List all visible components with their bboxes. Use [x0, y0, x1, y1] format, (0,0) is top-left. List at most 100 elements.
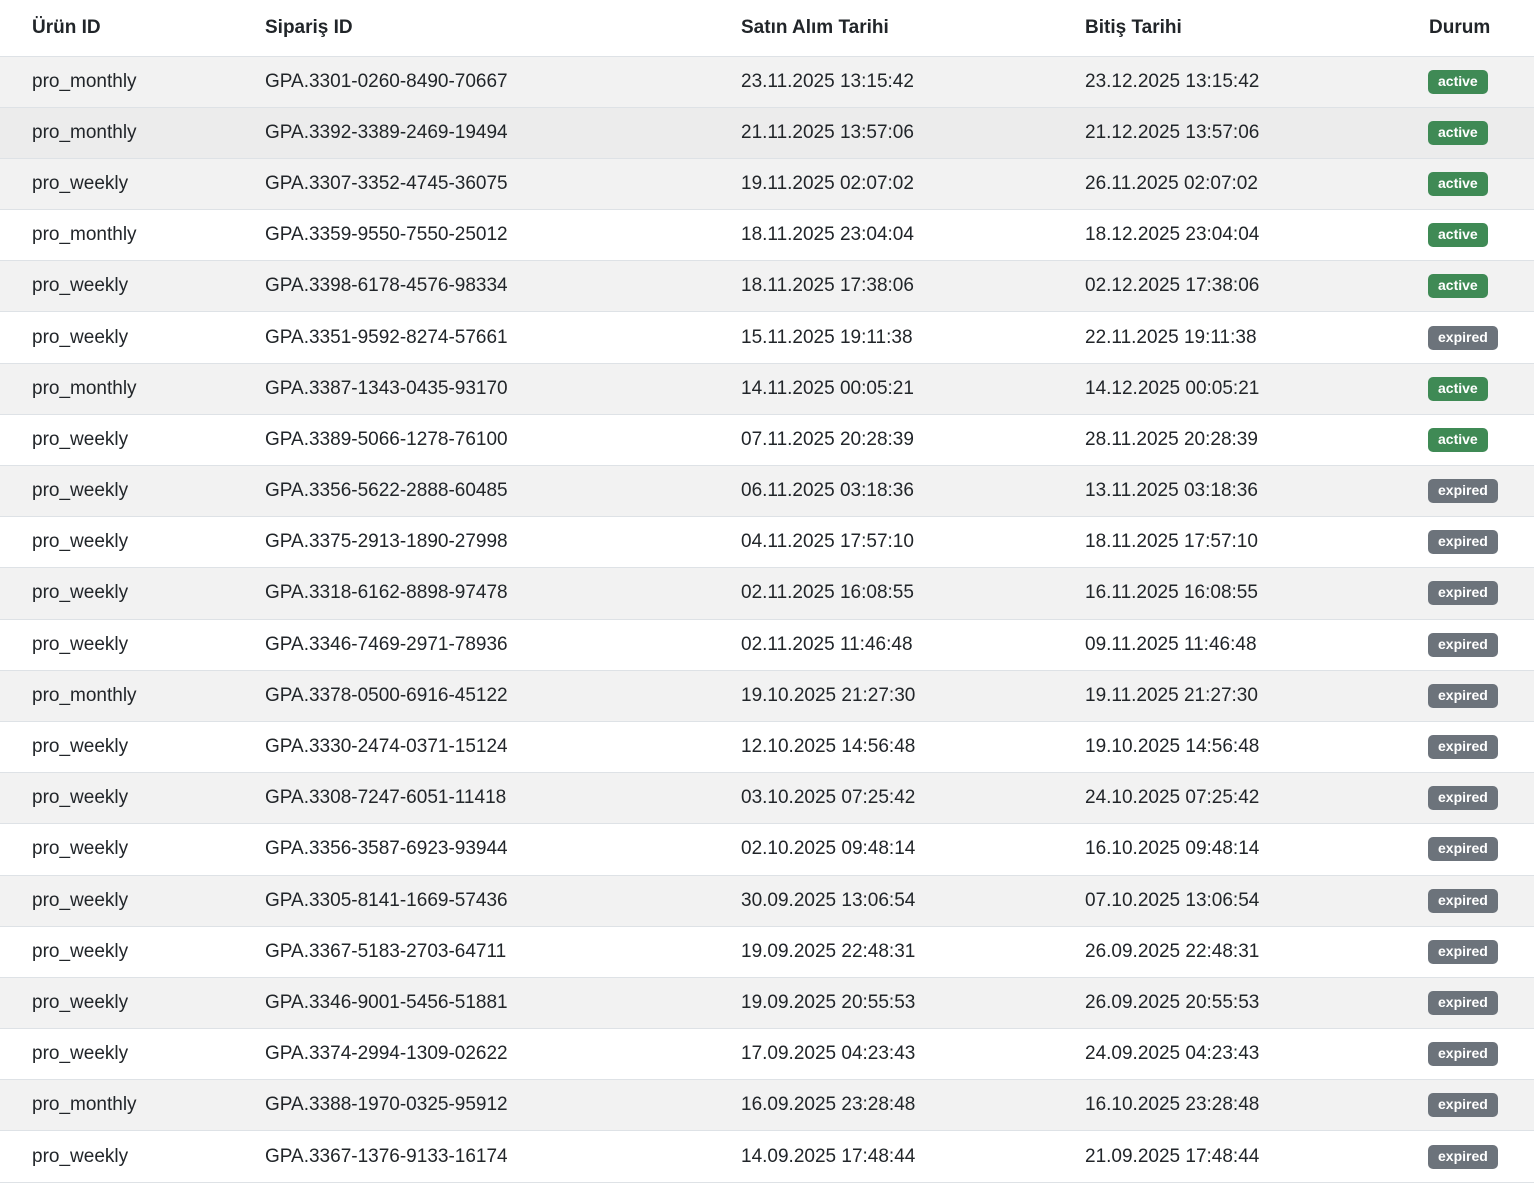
table-row[interactable]: pro_weekly GPA.3330-2474-0371-15124 12.10.…	[0, 721, 1534, 773]
table-row[interactable]: pro_weekly GPA.3356-3587-6923-93944 02.10.…	[0, 823, 1534, 875]
cell-end-date: 21.09.2025 17:48:44	[1085, 1145, 1260, 1167]
cell-status: expired	[1397, 926, 1534, 977]
table-row[interactable]: pro_weekly GPA.3346-9001-5456-51881 19.09.…	[0, 977, 1534, 1029]
column-header-product-id: Ürün ID	[32, 16, 101, 38]
cell-end-date: 22.11.2025 19:11:38	[1085, 326, 1257, 348]
cell-product-id: pro_monthly	[32, 684, 137, 706]
status-badge: expired	[1428, 1093, 1498, 1118]
table-row[interactable]: pro_weekly GPA.3318-6162-8898-97478 02.11.…	[0, 567, 1534, 620]
cell-end-date: 13.11.2025 03:18:36	[1085, 480, 1258, 502]
cell-order-id: GPA.3389-5066-1278-76100	[265, 428, 508, 450]
status-badge: active	[1428, 427, 1488, 452]
cell-purchase-date: 21.11.2025 13:57:06	[741, 121, 914, 143]
column-header-order-id: Sipariş ID	[265, 16, 353, 38]
cell-order-id: GPA.3330-2474-0371-15124	[265, 736, 508, 758]
table-row[interactable]: pro_weekly GPA.3346-7469-2971-78936 02.11.…	[0, 619, 1534, 671]
cell-purchase-date: 03.10.2025 07:25:42	[741, 787, 916, 809]
cell-purchase-date: 18.11.2025 23:04:04	[741, 224, 914, 246]
table-header-row: Ürün ID Sipariş ID Satın Alım Tarihi Bit…	[0, 0, 1534, 56]
table-row[interactable]: pro_weekly GPA.3367-5183-2703-64711 19.09.…	[0, 926, 1534, 978]
cell-product-id: pro_monthly	[32, 377, 137, 399]
cell-purchase-date: 18.11.2025 17:38:06	[741, 275, 914, 297]
cell-status: expired	[1397, 466, 1534, 517]
cell-order-id: GPA.3374-2994-1309-02622	[265, 1043, 508, 1065]
cell-status: expired	[1397, 619, 1534, 670]
status-badge: expired	[1428, 632, 1498, 657]
cell-order-id: GPA.3307-3352-4745-36075	[265, 172, 508, 194]
status-badge: expired	[1428, 786, 1498, 811]
cell-product-id: pro_weekly	[32, 889, 129, 911]
cell-status: active	[1397, 363, 1534, 414]
table-row[interactable]: pro_weekly GPA.3389-5066-1278-76100 07.11.…	[0, 414, 1534, 466]
status-badge: expired	[1428, 683, 1498, 708]
table-row[interactable]: pro_monthly GPA.3388-1970-0325-95912 16.09…	[0, 1079, 1534, 1131]
cell-product-id: pro_weekly	[32, 787, 129, 809]
cell-order-id: GPA.3367-1376-9133-16174	[265, 1145, 508, 1167]
cell-product-id: pro_weekly	[32, 428, 129, 450]
cell-product-id: pro_weekly	[32, 838, 129, 860]
cell-product-id: pro_monthly	[32, 1094, 137, 1116]
cell-status: expired	[1397, 824, 1534, 875]
status-badge: expired	[1428, 1144, 1498, 1169]
status-badge: expired	[1428, 530, 1498, 555]
cell-product-id: pro_monthly	[32, 224, 137, 246]
cell-status: active	[1397, 158, 1534, 209]
cell-order-id: GPA.3356-5622-2888-60485	[265, 480, 508, 502]
table-row[interactable]: pro_monthly GPA.3392-3389-2469-19494 21.11…	[0, 107, 1534, 159]
table-row[interactable]: pro_weekly GPA.3351-9592-8274-57661 15.11.…	[0, 311, 1534, 364]
table-row[interactable]: pro_weekly GPA.3367-1376-9133-16174 14.09.…	[0, 1130, 1534, 1183]
table-row[interactable]: pro_weekly GPA.3374-2994-1309-02622 17.09.…	[0, 1028, 1534, 1080]
table-row[interactable]: pro_weekly GPA.3305-8141-1669-57436 30.09.…	[0, 875, 1534, 927]
cell-end-date: 19.11.2025 21:27:30	[1085, 684, 1258, 706]
table-row[interactable]: pro_monthly GPA.3378-0500-6916-45122 19.10…	[0, 670, 1534, 722]
cell-order-id: GPA.3318-6162-8898-97478	[265, 582, 508, 604]
cell-status: expired	[1397, 1131, 1534, 1182]
status-badge: expired	[1428, 939, 1498, 964]
table-row[interactable]: pro_weekly GPA.3356-5622-2888-60485 06.11.…	[0, 465, 1534, 517]
cell-order-id: GPA.3388-1970-0325-95912	[265, 1094, 508, 1116]
cell-purchase-date: 19.10.2025 21:27:30	[741, 684, 916, 706]
table-row[interactable]: pro_monthly GPA.3387-1343-0435-93170 14.11…	[0, 363, 1534, 415]
cell-order-id: GPA.3392-3389-2469-19494	[265, 121, 508, 143]
table-row[interactable]: pro_weekly GPA.3375-2913-1890-27998 04.11.…	[0, 516, 1534, 568]
status-badge: active	[1428, 171, 1488, 196]
cell-purchase-date: 14.09.2025 17:48:44	[741, 1145, 916, 1167]
status-badge: expired	[1428, 735, 1498, 760]
cell-end-date: 28.11.2025 20:28:39	[1085, 428, 1258, 450]
cell-status: expired	[1397, 1029, 1534, 1080]
status-badge: expired	[1428, 888, 1498, 913]
cell-product-id: pro_weekly	[32, 480, 129, 502]
status-badge: active	[1428, 69, 1488, 94]
cell-end-date: 07.10.2025 13:06:54	[1085, 889, 1260, 911]
cell-end-date: 24.09.2025 04:23:43	[1085, 1043, 1260, 1065]
cell-purchase-date: 19.09.2025 22:48:31	[741, 940, 916, 962]
table-row[interactable]: pro_monthly GPA.3359-9550-7550-25012 18.11…	[0, 209, 1534, 261]
cell-purchase-date: 12.10.2025 14:56:48	[741, 736, 916, 758]
cell-status: active	[1397, 107, 1534, 158]
subscriptions-table-container: Ürün ID Sipariş ID Satın Alım Tarihi Bit…	[0, 0, 1534, 1189]
cell-purchase-date: 16.09.2025 23:28:48	[741, 1094, 916, 1116]
cell-end-date: 24.10.2025 07:25:42	[1085, 787, 1260, 809]
cell-product-id: pro_weekly	[32, 582, 129, 604]
cell-status: expired	[1397, 721, 1534, 772]
cell-status: expired	[1397, 670, 1534, 721]
cell-status: active	[1397, 56, 1534, 107]
cell-status: expired	[1397, 977, 1534, 1028]
cell-status: active	[1397, 210, 1534, 261]
table-row[interactable]: pro_weekly GPA.3307-3352-4745-36075 19.11.…	[0, 158, 1534, 210]
cell-status: active	[1397, 261, 1534, 312]
cell-product-id: pro_monthly	[32, 70, 137, 92]
cell-status: active	[1397, 414, 1534, 465]
table-row[interactable]: pro_weekly GPA.3308-7247-6051-11418 03.10.…	[0, 772, 1534, 824]
table-row[interactable]: pro_weekly GPA.3398-6178-4576-98334 18.11.…	[0, 260, 1534, 312]
cell-order-id: GPA.3351-9592-8274-57661	[265, 326, 508, 348]
subscriptions-table: Ürün ID Sipariş ID Satın Alım Tarihi Bit…	[0, 0, 1534, 1183]
cell-end-date: 19.10.2025 14:56:48	[1085, 736, 1260, 758]
table-row[interactable]: pro_monthly GPA.3301-0260-8490-70667 23.11…	[0, 56, 1534, 108]
status-badge: active	[1428, 274, 1488, 299]
cell-purchase-date: 19.11.2025 02:07:02	[741, 172, 914, 194]
cell-product-id: pro_weekly	[32, 326, 129, 348]
cell-purchase-date: 14.11.2025 00:05:21	[741, 377, 914, 399]
cell-purchase-date: 23.11.2025 13:15:42	[741, 70, 914, 92]
cell-end-date: 26.09.2025 22:48:31	[1085, 940, 1260, 962]
